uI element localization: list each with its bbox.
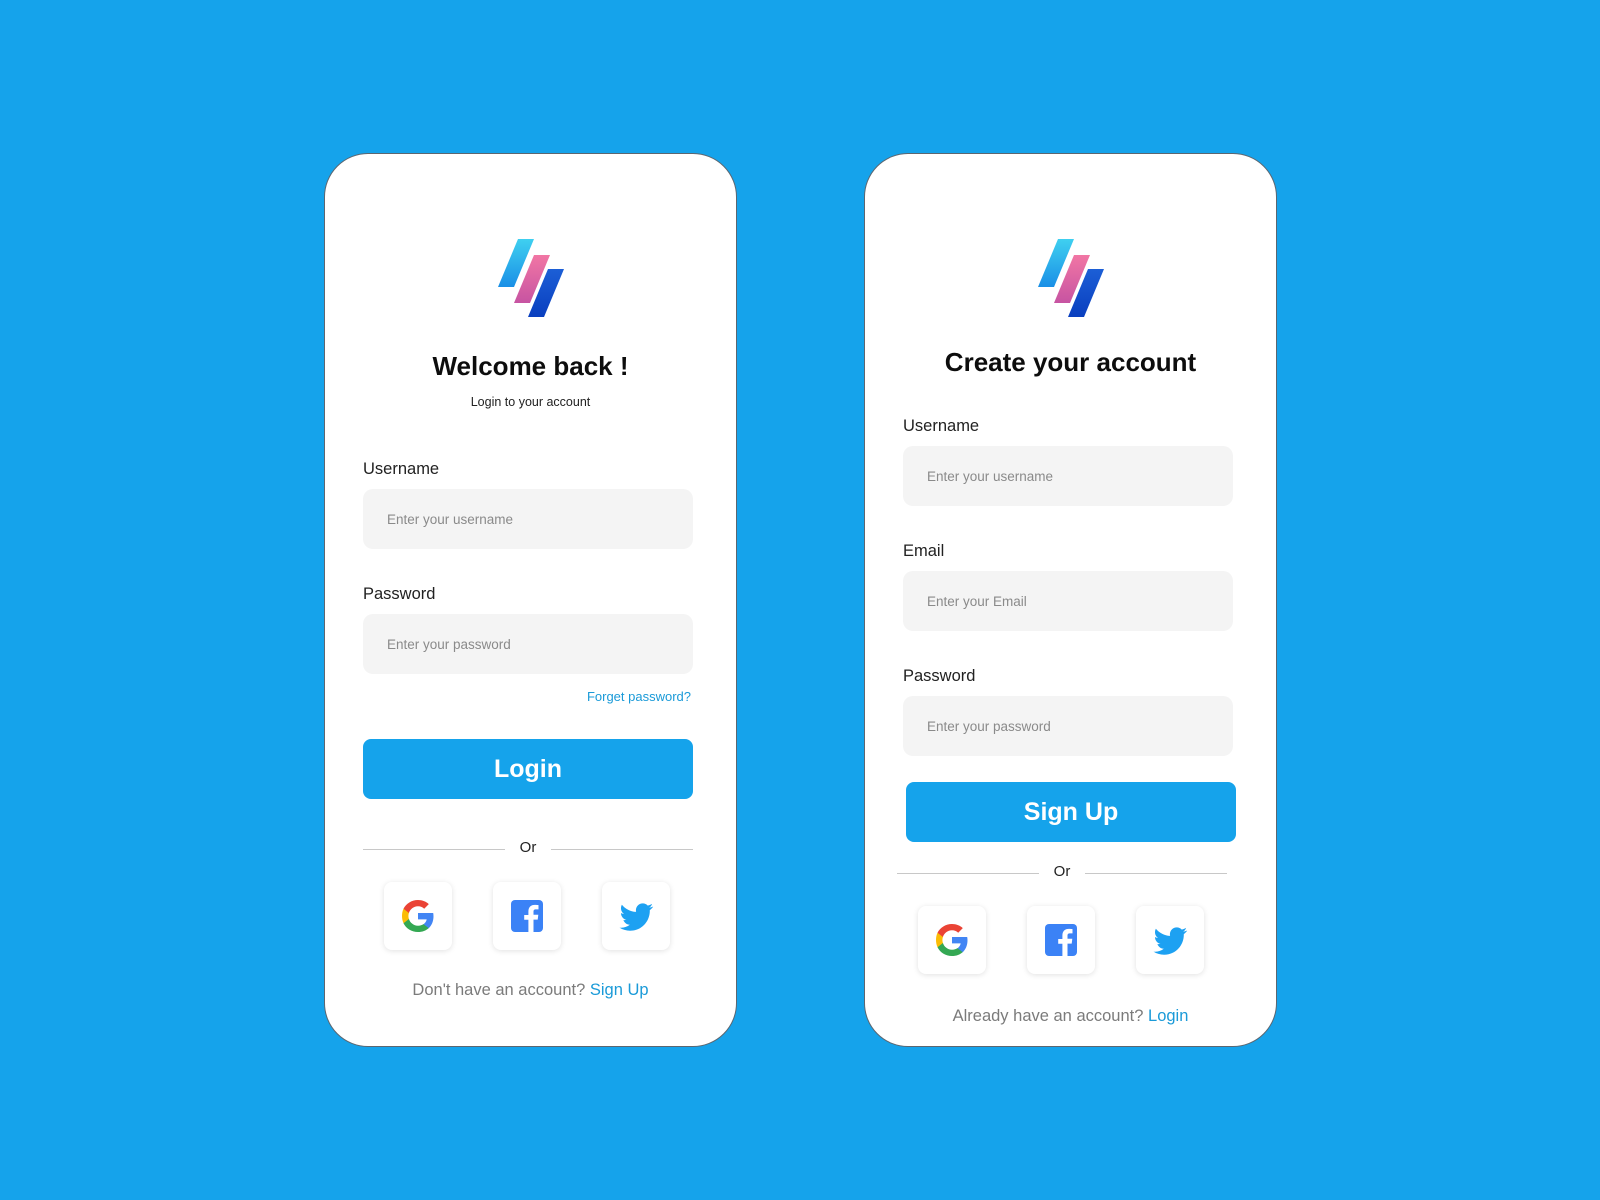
signup-card: Create your account Username Email Passw… — [864, 153, 1277, 1047]
facebook-icon — [511, 900, 543, 932]
twitter-login-button[interactable] — [602, 882, 670, 950]
facebook-login-button[interactable] — [493, 882, 561, 950]
password-input[interactable] — [363, 614, 693, 674]
google-signup-button[interactable] — [918, 906, 986, 974]
facebook-signup-button[interactable] — [1027, 906, 1095, 974]
signup-button[interactable]: Sign Up — [906, 782, 1236, 842]
twitter-icon — [619, 903, 654, 931]
facebook-icon — [1045, 924, 1077, 956]
login-card: Welcome back ! Login to your account Use… — [324, 153, 737, 1047]
divider-text: Or — [1053, 863, 1071, 880]
google-login-button[interactable] — [384, 882, 452, 950]
password-input[interactable] — [903, 696, 1233, 756]
divider-line-left — [363, 849, 505, 850]
password-label: Password — [903, 667, 976, 685]
google-icon — [402, 900, 434, 932]
email-input[interactable] — [903, 571, 1233, 631]
login-link[interactable]: Login — [1148, 1007, 1188, 1025]
forgot-password-link[interactable]: Forget password? — [587, 689, 691, 704]
signup-title: Create your account — [944, 347, 1197, 377]
email-label: Email — [903, 542, 945, 560]
login-subtitle: Login to your account — [470, 395, 591, 409]
username-label: Username — [903, 417, 980, 435]
app-logo — [1037, 239, 1104, 317]
login-prompt-text: Already have an account? — [952, 1007, 1144, 1025]
signup-link[interactable]: Sign Up — [590, 981, 649, 999]
twitter-icon — [1153, 927, 1188, 955]
login-prompt: Already have an account? Login — [865, 1007, 1276, 1026]
username-input[interactable] — [363, 489, 693, 549]
google-icon — [936, 924, 968, 956]
signup-prompt-text: Don't have an account? — [412, 981, 586, 999]
divider-line-left — [897, 873, 1039, 874]
divider-line-right — [551, 849, 693, 850]
password-label: Password — [363, 585, 436, 603]
divider-line-right — [1085, 873, 1227, 874]
login-button[interactable]: Login — [363, 739, 693, 799]
twitter-signup-button[interactable] — [1136, 906, 1204, 974]
username-label: Username — [363, 460, 440, 478]
username-input[interactable] — [903, 446, 1233, 506]
login-title: Welcome back ! — [432, 351, 629, 381]
signup-prompt: Don't have an account? Sign Up — [325, 981, 736, 1000]
divider-text: Or — [519, 839, 537, 856]
app-logo — [497, 239, 564, 317]
